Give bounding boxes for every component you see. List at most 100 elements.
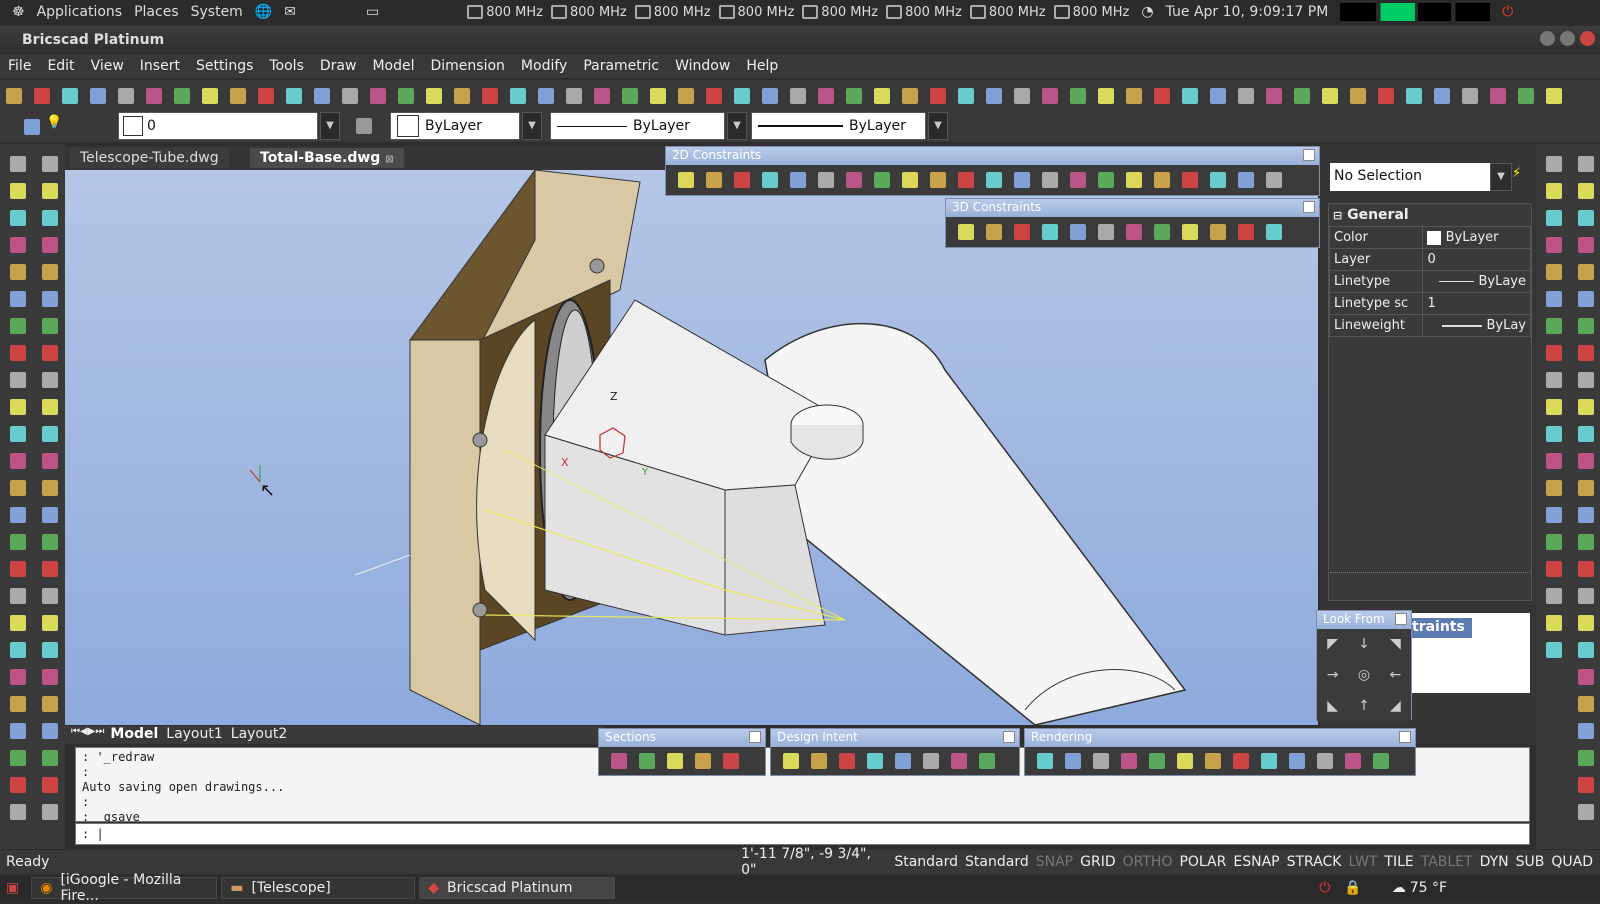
standard-tool-icon[interactable] (1378, 88, 1394, 104)
draw-tool-icon[interactable] (10, 210, 26, 226)
view-tool-icon[interactable] (1578, 507, 1594, 523)
standard-tool-icon[interactable] (1210, 88, 1226, 104)
standard-tool-icon[interactable] (454, 88, 470, 104)
layout-nav-arrows-icon[interactable]: ⏮◀▶⏭ (71, 726, 104, 744)
standard-tool-icon[interactable] (958, 88, 974, 104)
rendering-toolbar[interactable]: Rendering (1024, 728, 1416, 776)
standard-tool-icon[interactable] (818, 88, 834, 104)
modify-tool-icon[interactable] (42, 318, 58, 334)
task-telescope[interactable]: ▬ [Telescope] (221, 877, 416, 899)
standard-tool-icon[interactable] (1070, 88, 1086, 104)
constraint-3d-tool-icon[interactable] (958, 224, 974, 240)
prop-row-color[interactable]: Color ByLayer (1328, 226, 1531, 249)
modify-tool-icon[interactable] (42, 237, 58, 253)
standard-tool-icon[interactable] (1546, 88, 1562, 104)
view-tool-icon[interactable] (1578, 291, 1594, 307)
3d-constraints-toolbar[interactable]: 3D Constraints (945, 198, 1320, 248)
draw-tool-icon[interactable] (10, 264, 26, 280)
modify-tool-icon[interactable] (42, 372, 58, 388)
constraint-3d-tool-icon[interactable] (1266, 224, 1282, 240)
close-rendering-icon[interactable] (1399, 731, 1411, 743)
render-tool-icon[interactable] (1345, 753, 1361, 769)
dim-style[interactable]: Standard (965, 854, 1029, 870)
sections-toolbar[interactable]: Sections (598, 728, 766, 776)
constraint-2d-tool-icon[interactable] (846, 172, 862, 188)
standard-tool-icon[interactable] (286, 88, 302, 104)
ubuntu-logo-icon[interactable]: ☸ (12, 4, 25, 20)
menu-file[interactable]: File (8, 58, 31, 74)
standard-tool-icon[interactable] (6, 88, 22, 104)
lineweight-combo[interactable]: ByLayer (751, 112, 926, 140)
standard-tool-icon[interactable] (1042, 88, 1058, 104)
draw-tool-icon[interactable] (10, 750, 26, 766)
view-tool-icon[interactable] (1578, 426, 1594, 442)
standard-tool-icon[interactable] (482, 88, 498, 104)
draw-tool-icon[interactable] (10, 507, 26, 523)
view-tool-icon[interactable] (1578, 480, 1594, 496)
design-intent-toolbar[interactable]: Design Intent (770, 728, 1020, 776)
constraint-2d-tool-icon[interactable] (1210, 172, 1226, 188)
power-icon[interactable]: ⏻ (1502, 4, 1513, 20)
standard-tool-icon[interactable] (1266, 88, 1282, 104)
view-tool-icon[interactable] (1578, 345, 1594, 361)
mail-launcher-icon[interactable]: ✉ (284, 4, 296, 20)
modify-tool-icon[interactable] (42, 777, 58, 793)
render-tool-icon[interactable] (1065, 753, 1081, 769)
render-tool-icon[interactable] (1149, 753, 1165, 769)
design-intent-tool-icon[interactable] (811, 753, 827, 769)
constraints-tab-fragment[interactable]: traints (1410, 618, 1472, 638)
color-combo[interactable]: ByLayer (390, 112, 520, 140)
constraint-2d-tool-icon[interactable] (1042, 172, 1058, 188)
render-tool-icon[interactable] (1205, 753, 1221, 769)
menu-tools[interactable]: Tools (269, 58, 304, 74)
menu-help[interactable]: Help (746, 58, 778, 74)
layer-on-icon[interactable]: 💡 (46, 115, 62, 130)
toggle-snap[interactable]: SNAP (1036, 854, 1073, 870)
render-tool-icon[interactable] (1177, 753, 1193, 769)
snap-tool-icon[interactable] (1546, 264, 1562, 280)
modify-tool-icon[interactable] (42, 345, 58, 361)
close-design-intent-icon[interactable] (1003, 731, 1015, 743)
standard-tool-icon[interactable] (930, 88, 946, 104)
layer-previous-icon[interactable] (356, 118, 372, 134)
snap-tool-icon[interactable] (1546, 291, 1562, 307)
snap-tool-icon[interactable] (1546, 399, 1562, 415)
clock[interactable]: Tue Apr 10, 9:09:17 PM (1166, 4, 1329, 20)
menu-draw[interactable]: Draw (320, 58, 357, 74)
menu-parametric[interactable]: Parametric (583, 58, 659, 74)
standard-tool-icon[interactable] (1098, 88, 1114, 104)
standard-tool-icon[interactable] (706, 88, 722, 104)
toggle-tablet[interactable]: TABLET (1421, 854, 1473, 870)
snap-tool-icon[interactable] (1546, 345, 1562, 361)
constraint-2d-tool-icon[interactable] (1126, 172, 1142, 188)
draw-tool-icon[interactable] (10, 669, 26, 685)
menu-settings[interactable]: Settings (196, 58, 253, 74)
tab-layout2[interactable]: Layout2 (231, 726, 288, 744)
toggle-dyn[interactable]: DYN (1480, 854, 1509, 870)
prop-row-layer[interactable]: Layer 0 (1328, 248, 1531, 271)
tab-telescope-tube[interactable]: Telescope-Tube.dwg (70, 148, 229, 168)
selection-combo[interactable]: No Selection (1330, 163, 1490, 191)
view-tool-icon[interactable] (1578, 615, 1594, 631)
standard-tool-icon[interactable] (678, 88, 694, 104)
draw-tool-icon[interactable] (10, 426, 26, 442)
view-tool-icon[interactable] (1578, 372, 1594, 388)
draw-tool-icon[interactable] (10, 777, 26, 793)
look-from-widget[interactable]: Look From ◤ ↓ ◥ → ◎ ← ◣ ↑ ◢ (1316, 610, 1412, 721)
view-tool-icon[interactable] (1578, 399, 1594, 415)
snap-tool-icon[interactable] (1546, 372, 1562, 388)
standard-tool-icon[interactable] (594, 88, 610, 104)
standard-tool-icon[interactable] (426, 88, 442, 104)
modify-tool-icon[interactable] (42, 615, 58, 631)
draw-tool-icon[interactable] (10, 453, 26, 469)
constraint-2d-tool-icon[interactable] (986, 172, 1002, 188)
modify-tool-icon[interactable] (42, 210, 58, 226)
view-tool-icon[interactable] (1578, 210, 1594, 226)
standard-tool-icon[interactable] (258, 88, 274, 104)
snap-tool-icon[interactable] (1546, 237, 1562, 253)
wifi-icon[interactable]: ◔ (1141, 4, 1153, 20)
menu-applications[interactable]: Applications (37, 4, 123, 20)
view-tool-icon[interactable] (1578, 561, 1594, 577)
menu-insert[interactable]: Insert (140, 58, 180, 74)
snap-tool-icon[interactable] (1546, 588, 1562, 604)
